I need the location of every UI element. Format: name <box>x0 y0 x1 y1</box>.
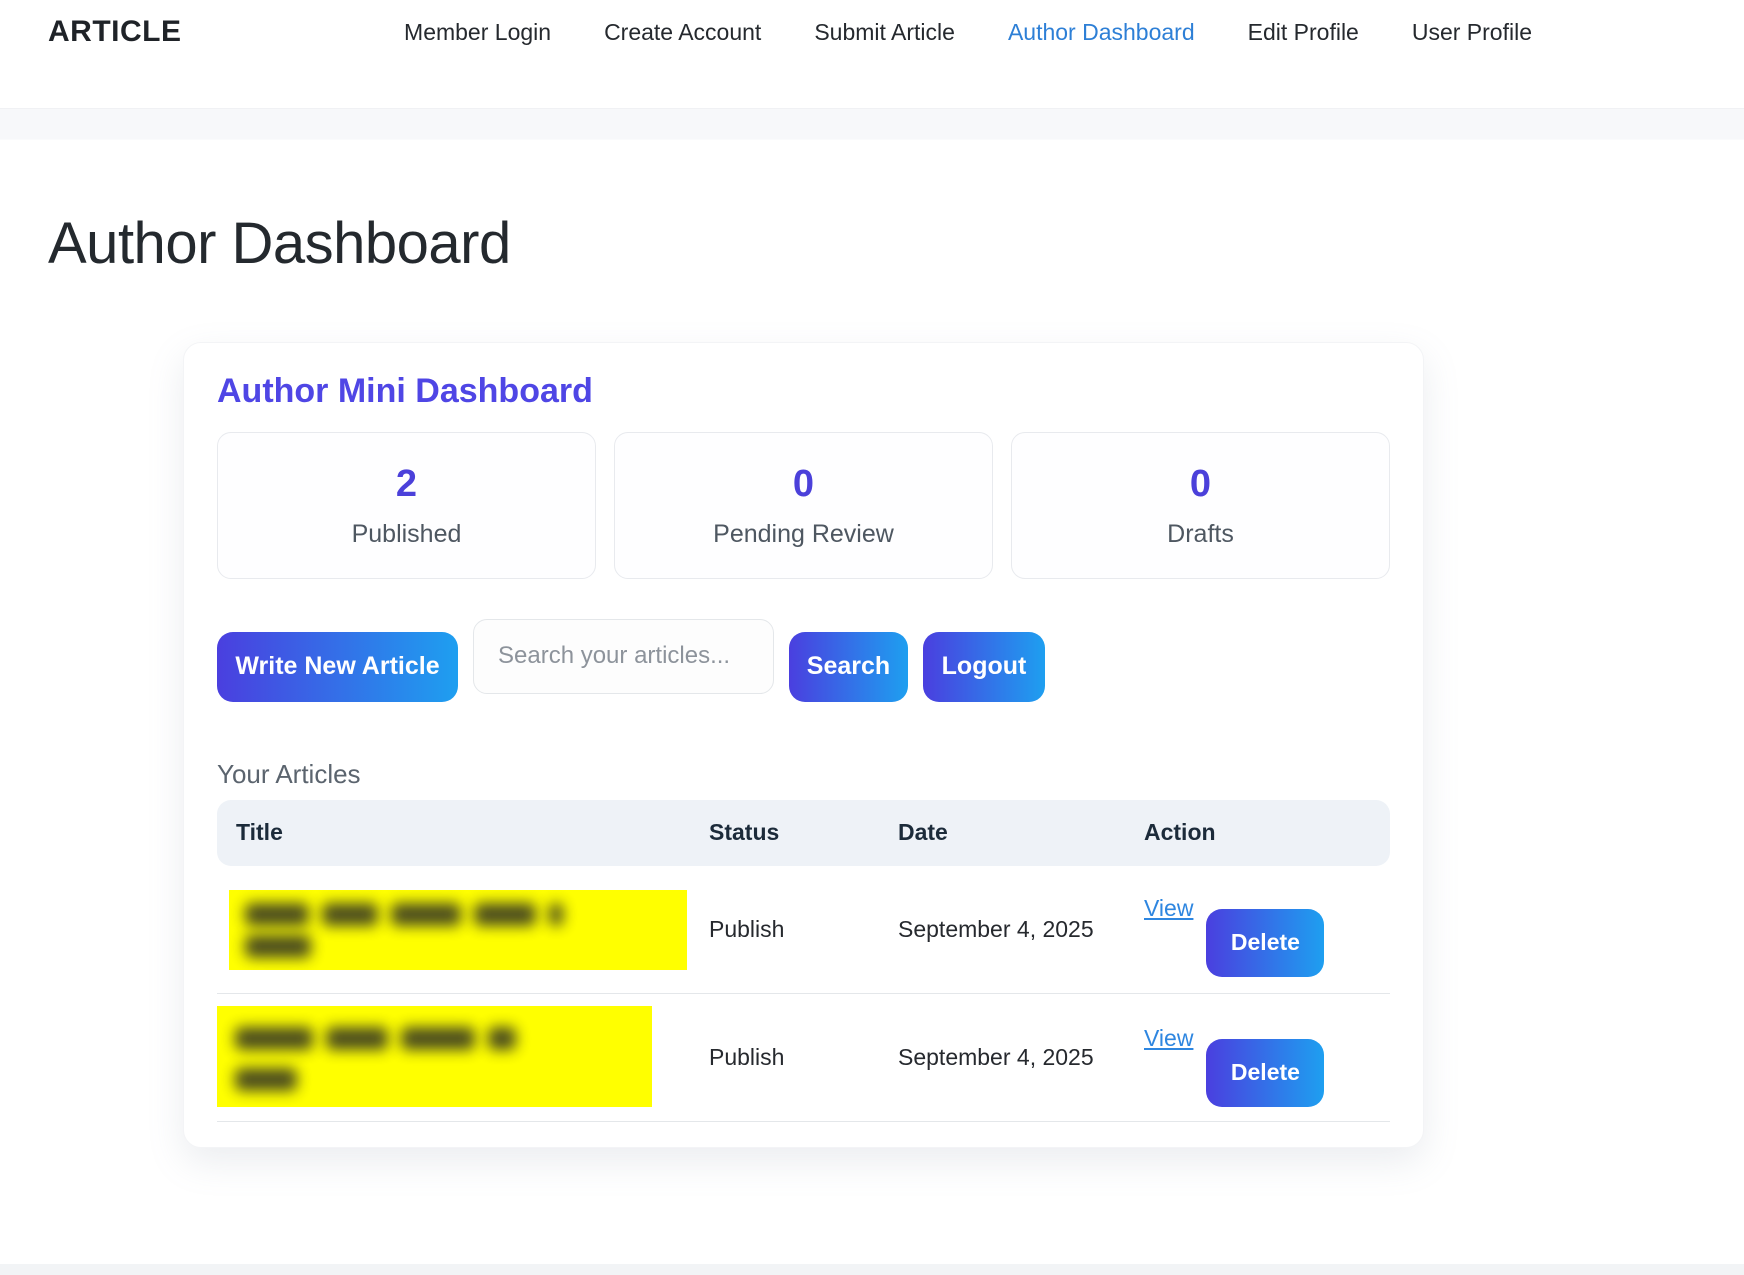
top-nav: ARTICLE Member Login Create Account Subm… <box>0 0 1744 108</box>
stat-card-published: 2 Published <box>217 432 596 579</box>
nav-item-user-profile[interactable]: User Profile <box>1412 14 1532 50</box>
logout-button[interactable]: Logout <box>923 632 1045 702</box>
search-input[interactable] <box>473 619 774 694</box>
stat-value-drafts: 0 <box>1012 465 1389 503</box>
page-title: Author Dashboard <box>48 214 1744 275</box>
footer-band <box>0 1264 1744 1275</box>
delete-button[interactable]: Delete <box>1206 1039 1324 1107</box>
stat-value-pending-review: 0 <box>615 465 992 503</box>
redacted-highlight-block <box>217 1006 652 1107</box>
brand-logo: ARTICLE <box>48 14 182 50</box>
redacted-highlight-block <box>229 890 687 970</box>
nav-item-create-account[interactable]: Create Account <box>604 14 761 50</box>
stat-label-drafts: Drafts <box>1012 520 1389 549</box>
delete-button[interactable]: Delete <box>1206 909 1324 977</box>
article-date: September 4, 2025 <box>898 994 1144 1121</box>
panel-title: Author Mini Dashboard <box>217 371 1390 412</box>
nav-item-submit-article[interactable]: Submit Article <box>814 14 955 50</box>
stat-card-drafts: 0 Drafts <box>1011 432 1390 579</box>
author-mini-dashboard-card: Author Mini Dashboard 2 Published 0 Pend… <box>183 342 1424 1148</box>
your-articles-heading: Your Articles <box>217 759 1390 790</box>
articles-table: Title Status Date Action Publish Septemb… <box>217 800 1390 1122</box>
article-title-redacted <box>217 994 709 1121</box>
nav-item-member-login[interactable]: Member Login <box>404 14 551 50</box>
table-row: Publish September 4, 2025 View Delete <box>217 866 1390 993</box>
actions-row: Write New Article Search Logout <box>217 619 1390 702</box>
column-header-title: Title <box>217 819 709 846</box>
article-status: Publish <box>709 866 898 993</box>
table-header-row: Title Status Date Action <box>217 800 1390 866</box>
article-actions: View Delete <box>1144 994 1390 1121</box>
nav-item-edit-profile[interactable]: Edit Profile <box>1248 14 1359 50</box>
row-divider <box>217 1121 1390 1122</box>
stat-value-published: 2 <box>218 465 595 503</box>
article-date: September 4, 2025 <box>898 866 1144 993</box>
column-header-action: Action <box>1144 819 1390 846</box>
header-band <box>0 108 1744 140</box>
stats-row: 2 Published 0 Pending Review 0 Drafts <box>217 432 1390 579</box>
search-button[interactable]: Search <box>789 632 908 702</box>
article-actions: View Delete <box>1144 866 1390 993</box>
view-link[interactable]: View <box>1144 1025 1193 1052</box>
stat-label-pending-review: Pending Review <box>615 520 992 549</box>
article-status: Publish <box>709 994 898 1121</box>
stat-card-pending-review: 0 Pending Review <box>614 432 993 579</box>
nav-item-author-dashboard[interactable]: Author Dashboard <box>1008 14 1195 50</box>
column-header-status: Status <box>709 819 898 846</box>
column-header-date: Date <box>898 819 1144 846</box>
main-nav: Member Login Create Account Submit Artic… <box>404 14 1532 50</box>
view-link[interactable]: View <box>1144 895 1193 922</box>
stat-label-published: Published <box>218 520 595 549</box>
table-row: Publish September 4, 2025 View Delete <box>217 994 1390 1121</box>
write-new-article-button[interactable]: Write New Article <box>217 632 458 702</box>
article-title-redacted <box>217 866 709 993</box>
